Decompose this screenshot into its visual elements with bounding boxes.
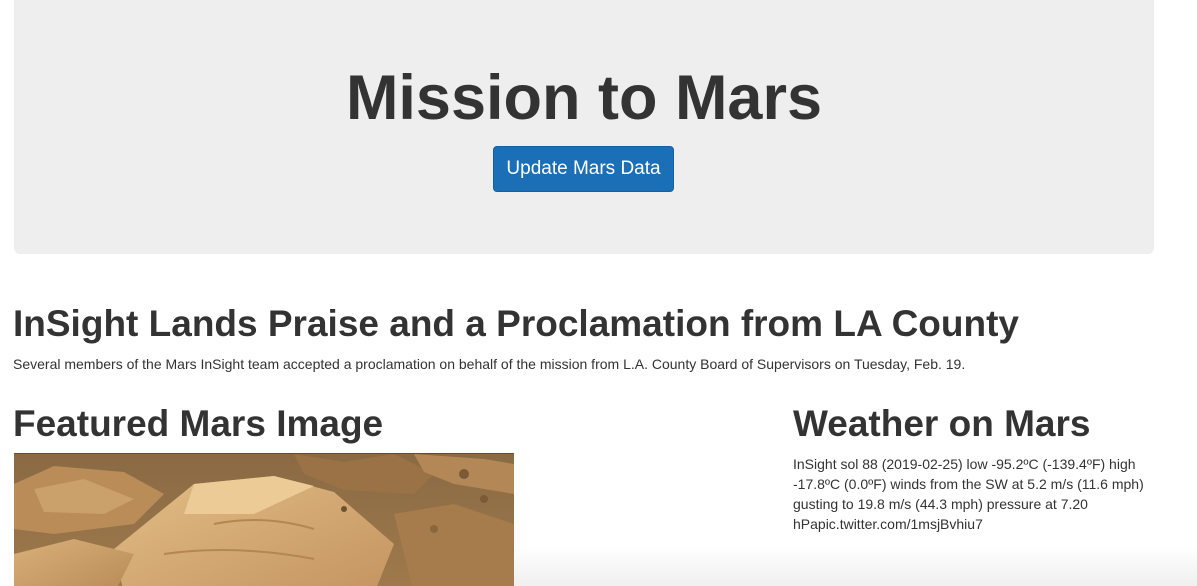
jumbotron-header: Mission to Mars Update Mars Data (14, 0, 1154, 254)
news-title: InSight Lands Praise and a Proclamation … (13, 303, 1019, 344)
weather-heading: Weather on Mars (793, 403, 1091, 444)
page-title: Mission to Mars (345, 63, 823, 133)
update-mars-data-button[interactable]: Update Mars Data (493, 146, 674, 192)
page: Mission to Mars Update Mars Data InSight… (0, 0, 1197, 586)
bottom-fade (514, 546, 1197, 586)
featured-image-heading: Featured Mars Image (13, 403, 384, 444)
weather-report: InSight sol 88 (2019-02-25) low -95.2ºC … (793, 456, 1144, 532)
featured-mars-image (14, 453, 514, 586)
news-teaser: Several members of the Mars InSight team… (13, 356, 966, 372)
